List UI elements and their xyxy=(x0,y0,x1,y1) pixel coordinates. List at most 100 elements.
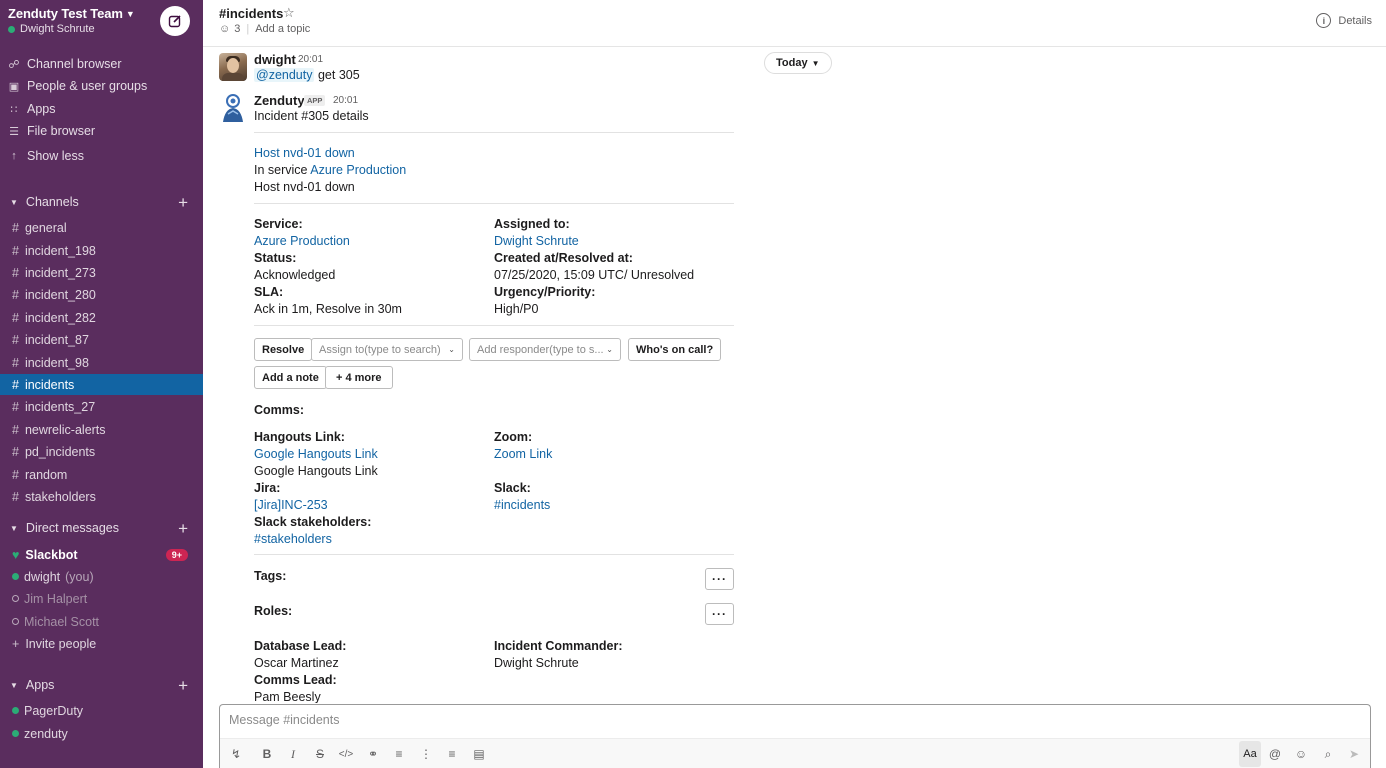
channel-item[interactable]: # incident_198 xyxy=(0,240,203,261)
mention-icon[interactable]: @ xyxy=(1267,746,1283,762)
add-app-icon[interactable]: + xyxy=(178,677,188,694)
bulleted-list-icon[interactable]: ⋮ xyxy=(418,746,434,762)
message-sender[interactable]: dwight xyxy=(254,52,296,67)
field-label: Database Lead: xyxy=(254,639,347,653)
service-value-link[interactable]: Azure Production xyxy=(254,234,350,248)
nav-show-less[interactable]: ↑ Show less xyxy=(8,147,84,165)
presence-away-icon xyxy=(12,595,19,602)
add-channel-icon[interactable]: + xyxy=(178,194,188,211)
avatar[interactable] xyxy=(219,53,247,81)
field-label: Comms Lead: xyxy=(254,673,337,687)
apps-section-header[interactable]: ▼ Apps + xyxy=(10,676,188,694)
hash-icon: # xyxy=(12,377,19,392)
channel-item[interactable]: # stakeholders xyxy=(0,486,203,507)
divider xyxy=(254,132,734,133)
emoji-icon[interactable]: ☺ xyxy=(1293,746,1309,762)
message-sender[interactable]: Zenduty xyxy=(254,93,305,108)
incident-title-link[interactable]: Host nvd-01 down xyxy=(254,146,355,160)
shortcuts-lightning-icon[interactable]: ↯ xyxy=(228,746,244,762)
message-time[interactable]: 20:01 xyxy=(298,54,323,65)
workspace-name[interactable]: Zenduty Test Team ▼ xyxy=(8,6,135,21)
link-icon[interactable]: ⚭ xyxy=(365,746,381,762)
zenduty-bot-avatar[interactable] xyxy=(219,94,247,124)
resolve-button[interactable]: Resolve xyxy=(254,338,313,361)
add-topic-link[interactable]: Add a topic xyxy=(255,23,310,35)
nav-channel-browser[interactable]: ☍ Channel browser xyxy=(8,55,121,73)
channels-section-header[interactable]: ▼ Channels + xyxy=(10,193,188,211)
hash-icon: # xyxy=(12,399,19,414)
channel-name: pd_incidents xyxy=(24,444,96,459)
dm-item-jim[interactable]: Jim Halpert xyxy=(0,588,203,609)
assign-select[interactable]: Assign to(type to search) ⌄ xyxy=(311,338,463,361)
channel-item[interactable]: # incident_280 xyxy=(0,284,203,305)
ordered-list-icon[interactable]: ≡ xyxy=(391,746,407,762)
invite-people[interactable]: + Invite people xyxy=(0,633,203,654)
star-icon[interactable]: ☆ xyxy=(283,5,295,21)
whos-on-call-button[interactable]: Who's on call? xyxy=(628,338,722,361)
member-count[interactable]: 3 xyxy=(234,23,240,35)
stakeholders-channel-link[interactable]: #stakeholders xyxy=(254,532,332,546)
section-label: Apps xyxy=(25,678,55,692)
channel-item[interactable]: # incident_87 xyxy=(0,329,203,350)
message-time[interactable]: 20:01 xyxy=(333,95,358,106)
channel-name: incident_198 xyxy=(24,243,96,258)
bold-icon[interactable]: B xyxy=(259,746,275,762)
jira-link[interactable]: [Jira]INC-253 xyxy=(254,498,328,512)
hangouts-link[interactable]: Google Hangouts Link xyxy=(254,447,378,461)
message-text: get 305 xyxy=(317,68,360,82)
channel-item[interactable]: # pd_incidents xyxy=(0,441,203,462)
compose-button[interactable] xyxy=(160,6,190,36)
dm-item-slackbot[interactable]: ♥ Slackbot 9+ xyxy=(0,544,203,565)
channel-browser-icon: ☍ xyxy=(8,58,20,71)
nav-apps[interactable]: ∷ Apps xyxy=(8,100,56,118)
more-actions-button[interactable]: + 4 more xyxy=(325,366,393,389)
channel-item-active[interactable]: # incidents xyxy=(0,374,203,395)
responder-select[interactable]: Add responder(type to s... ⌄ xyxy=(469,338,621,361)
attach-icon[interactable]: ⌕ xyxy=(1320,746,1336,762)
nav-label: Show less xyxy=(27,149,84,163)
dm-item-michael[interactable]: Michael Scott xyxy=(0,611,203,632)
hash-icon: # xyxy=(12,265,19,280)
message-input[interactable]: Message #incidents xyxy=(229,713,339,727)
roles-overflow-button[interactable]: ··· xyxy=(705,603,734,625)
channel-item[interactable]: # random xyxy=(0,464,203,485)
channel-title[interactable]: #incidents xyxy=(219,6,283,21)
channel-item[interactable]: # incident_273 xyxy=(0,262,203,283)
nav-people[interactable]: ▣ People & user groups xyxy=(8,77,147,95)
assignee-link[interactable]: Dwight Schrute xyxy=(494,234,579,248)
strikethrough-icon[interactable]: S xyxy=(312,746,328,762)
date-divider-button[interactable]: Today ▼ xyxy=(764,52,832,74)
app-item-zenduty[interactable]: zenduty xyxy=(0,723,203,744)
formatting-toggle-button[interactable]: Aa xyxy=(1239,741,1261,767)
tags-overflow-button[interactable]: ··· xyxy=(705,568,734,590)
channel-item[interactable]: # incident_282 xyxy=(0,307,203,328)
user-mention[interactable]: @zenduty xyxy=(254,68,315,82)
details-button[interactable]: i Details xyxy=(1316,13,1372,28)
dm-section-header[interactable]: ▼ Direct messages + xyxy=(10,519,188,537)
code-block-icon[interactable]: ▤ xyxy=(471,746,487,762)
member-icon[interactable]: ☺ xyxy=(219,23,230,35)
invite-label: Invite people xyxy=(25,636,97,651)
section-label: Channels xyxy=(25,195,79,209)
send-icon[interactable]: ➤ xyxy=(1346,746,1362,762)
italic-icon[interactable]: I xyxy=(285,746,301,762)
dm-item-dwight[interactable]: dwight (you) xyxy=(0,566,203,587)
service-link[interactable]: Azure Production xyxy=(310,163,406,177)
channel-item[interactable]: # incidents_27 xyxy=(0,396,203,417)
sla-value: Ack in 1m, Resolve in 30m xyxy=(254,302,402,316)
nav-file-browser[interactable]: ☰ File browser xyxy=(8,122,95,140)
created-value: 07/25/2020, 15:09 UTC/ Unresolved xyxy=(494,268,695,282)
slack-channel-link[interactable]: #incidents xyxy=(494,498,550,512)
code-icon[interactable]: </> xyxy=(338,746,354,762)
add-dm-icon[interactable]: + xyxy=(178,520,188,537)
channel-item[interactable]: # newrelic-alerts xyxy=(0,419,203,440)
add-note-button[interactable]: Add a note xyxy=(254,366,327,389)
app-item-pagerduty[interactable]: PagerDuty xyxy=(0,700,203,721)
channel-item[interactable]: # general xyxy=(0,217,203,238)
hash-icon: # xyxy=(12,332,19,347)
blockquote-icon[interactable]: ≡ xyxy=(444,746,460,762)
chevron-down-icon: ▼ xyxy=(811,58,820,68)
channel-item[interactable]: # incident_98 xyxy=(0,352,203,373)
zoom-link[interactable]: Zoom Link xyxy=(494,447,552,461)
app-name: zenduty xyxy=(24,726,68,741)
